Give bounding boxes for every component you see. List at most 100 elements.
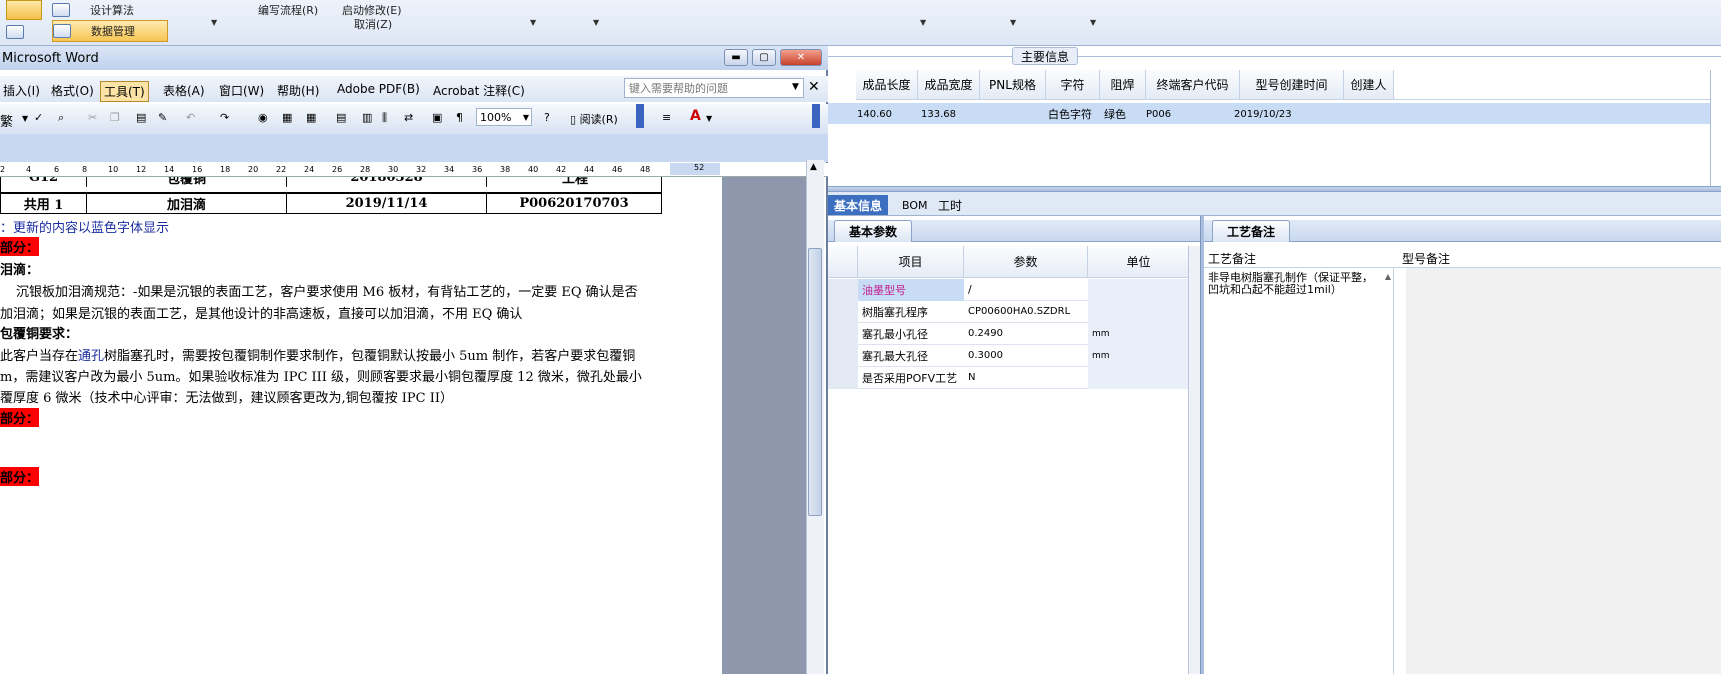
param-value[interactable]: 0.3000 [964, 350, 1088, 361]
maximize-button[interactable]: ▢ [752, 49, 776, 66]
design-algo-button[interactable]: 设计算法 [52, 0, 168, 20]
tab-process-notes[interactable]: 工艺备注 [1212, 220, 1291, 242]
edit-flow-button[interactable]: 编写流程(R) [258, 0, 318, 20]
param-value[interactable]: CP00600HA0.SZDRL [964, 306, 1088, 317]
column-header[interactable]: 字符 [1046, 70, 1100, 100]
column-header[interactable]: 创建人 [1344, 70, 1394, 100]
close-button[interactable]: ✕ [780, 49, 822, 66]
close-icon[interactable]: ✕ [808, 79, 820, 95]
cell-width[interactable]: 133.68 [921, 104, 956, 124]
cancel-button[interactable]: 取消(Z) [354, 14, 392, 34]
redo-icon[interactable]: ↷ [220, 111, 229, 124]
param-unit[interactable] [1088, 366, 1190, 389]
app-icon[interactable] [6, 0, 42, 20]
help-search-input[interactable]: 键入需要帮助的问题 [624, 78, 804, 98]
scroll-up-icon[interactable]: ▲ [1385, 272, 1391, 281]
scroll-up-icon[interactable]: ▲ [810, 162, 817, 172]
show-hide-icon[interactable]: ¶ [456, 111, 463, 124]
font-traditional-button[interactable]: 繁 [0, 111, 13, 130]
hyperlink-icon[interactable]: ◉ [258, 111, 268, 124]
dropdown-arrow-icon[interactable]: ▼ [593, 18, 599, 27]
cell-created[interactable]: 2019/10/23 [1234, 104, 1292, 124]
table-row[interactable]: 是否采用POFV工艺 N [828, 366, 1200, 389]
data-mgmt-button[interactable]: 数据管理 [52, 20, 168, 42]
spellcheck-icon[interactable]: ✓ [34, 111, 43, 124]
column-header[interactable]: PNL规格 [980, 70, 1046, 100]
cell-mask[interactable]: 绿色 [1104, 104, 1126, 124]
table-row[interactable]: 塞孔最小孔径 0.2490 mm [828, 322, 1200, 345]
read-mode-button[interactable]: ▯ 阅读(R) [570, 111, 618, 127]
paragraph-icon[interactable]: ≡ [662, 111, 671, 124]
table-row[interactable]: 塞孔最大孔径 0.3000 mm [828, 344, 1200, 367]
column-header-empty [1394, 70, 1710, 100]
column-header[interactable]: 型号创建时间 [1240, 70, 1344, 100]
columns-icon[interactable]: ▥ [362, 111, 372, 124]
format-painter-icon[interactable]: ✎ [158, 111, 167, 124]
paragraph-line: 此客户当存在通孔树脂塞孔时，需要按包覆铜制作要求制作，包覆铜默认按最小 5um … [0, 349, 636, 364]
help-icon[interactable]: ? [544, 111, 550, 124]
cell-customer[interactable]: P006 [1146, 104, 1171, 124]
column-header[interactable]: 成品长度 [856, 70, 918, 100]
param-unit[interactable]: mm [1088, 344, 1190, 367]
param-unit[interactable] [1088, 278, 1190, 301]
research-icon[interactable]: ⌕ [58, 111, 64, 125]
dropdown-arrow-icon[interactable]: ▼ [530, 18, 536, 27]
param-value[interactable]: / [964, 283, 1088, 296]
scroll-thumb[interactable] [808, 248, 822, 516]
menu-table[interactable]: 表格(A) [160, 81, 208, 100]
drawing-icon[interactable]: ⫼ [382, 111, 387, 125]
document-map-icon[interactable]: ⇄ [404, 111, 413, 124]
scrollbar[interactable] [1188, 246, 1200, 674]
dropdown-arrow-icon[interactable]: ▼ [1010, 18, 1016, 27]
tables-borders-icon[interactable]: ▦ [282, 111, 292, 124]
cell-char[interactable]: 白色字符 [1048, 104, 1092, 124]
insert-table-icon[interactable]: ▦ [306, 111, 316, 124]
cell-length[interactable]: 140.60 [857, 104, 892, 124]
param-unit[interactable]: mm [1088, 322, 1190, 345]
zoom-select[interactable]: 100% ▼ [476, 108, 532, 126]
dropdown-arrow-icon[interactable]: ▼ [22, 114, 28, 123]
toolbar-options-icon[interactable] [636, 104, 644, 128]
menu-adobe-pdf[interactable]: Adobe PDF(B) [334, 81, 423, 97]
dropdown-arrow-icon[interactable]: ▼ [211, 18, 217, 27]
toolbar-options-icon[interactable] [812, 104, 820, 128]
param-value[interactable]: N [964, 372, 1088, 383]
column-header[interactable]: 终端客户代码 [1146, 70, 1240, 100]
copy-icon[interactable]: ❐ [110, 111, 120, 124]
menu-insert[interactable]: 插入(I) [0, 81, 43, 100]
menu-tools[interactable]: 工具(T) [100, 81, 149, 102]
chevron-down-icon[interactable]: ▼ [792, 82, 799, 92]
menu-window[interactable]: 窗口(W) [216, 81, 267, 100]
cut-icon[interactable]: ✂ [88, 111, 97, 124]
tab-basic-params[interactable]: 基本参数 [834, 220, 913, 242]
word-title-bar[interactable]: Microsoft Word [0, 46, 828, 70]
model-notes-textarea[interactable] [1406, 268, 1721, 674]
column-header[interactable]: 单位 [1088, 246, 1190, 278]
font-color-icon[interactable]: A [690, 108, 701, 124]
minimize-button[interactable]: ▬ [724, 49, 748, 66]
menu-format[interactable]: 格式(O) [48, 81, 97, 100]
paste-icon[interactable]: ▤ [136, 111, 146, 124]
param-unit[interactable] [1088, 300, 1190, 323]
column-header[interactable]: 成品宽度 [918, 70, 980, 100]
dropdown-arrow-icon[interactable]: ▼ [1090, 18, 1096, 27]
document-page[interactable]: G12 包覆铜 20180328 工程 共用 1 加泪滴 2019/11/14 … [0, 177, 720, 674]
undo-icon[interactable]: ↶ [186, 111, 195, 124]
comment-icon[interactable]: ▣ [432, 111, 442, 124]
table-row[interactable]: 油墨型号 / [828, 278, 1200, 301]
tab-hours[interactable]: 工时 [932, 195, 968, 215]
menu-acrobat[interactable]: Acrobat 注释(C) [430, 81, 528, 100]
process-notes-textarea[interactable]: 非导电树脂塞孔制作（保证平整，凹坑和凸起不能超过1mil） ▲ [1204, 268, 1394, 674]
menu-help[interactable]: 帮助(H) [274, 81, 322, 100]
column-header[interactable]: 阻焊 [1100, 70, 1146, 100]
table-row[interactable]: 树脂塞孔程序 CP00600HA0.SZDRL [828, 300, 1200, 323]
tab-bom[interactable]: BOM [896, 195, 934, 215]
param-value[interactable]: 0.2490 [964, 328, 1088, 339]
column-header[interactable]: 参数 [964, 246, 1088, 278]
insert-excel-icon[interactable]: ▤ [336, 111, 346, 124]
dropdown-arrow-icon[interactable]: ▼ [706, 114, 712, 123]
tab-basic-info[interactable]: 基本信息 [828, 195, 889, 215]
column-header[interactable]: 项目 [858, 246, 964, 278]
dropdown-arrow-icon[interactable]: ▼ [920, 18, 926, 27]
calendar-icon[interactable] [6, 22, 24, 42]
